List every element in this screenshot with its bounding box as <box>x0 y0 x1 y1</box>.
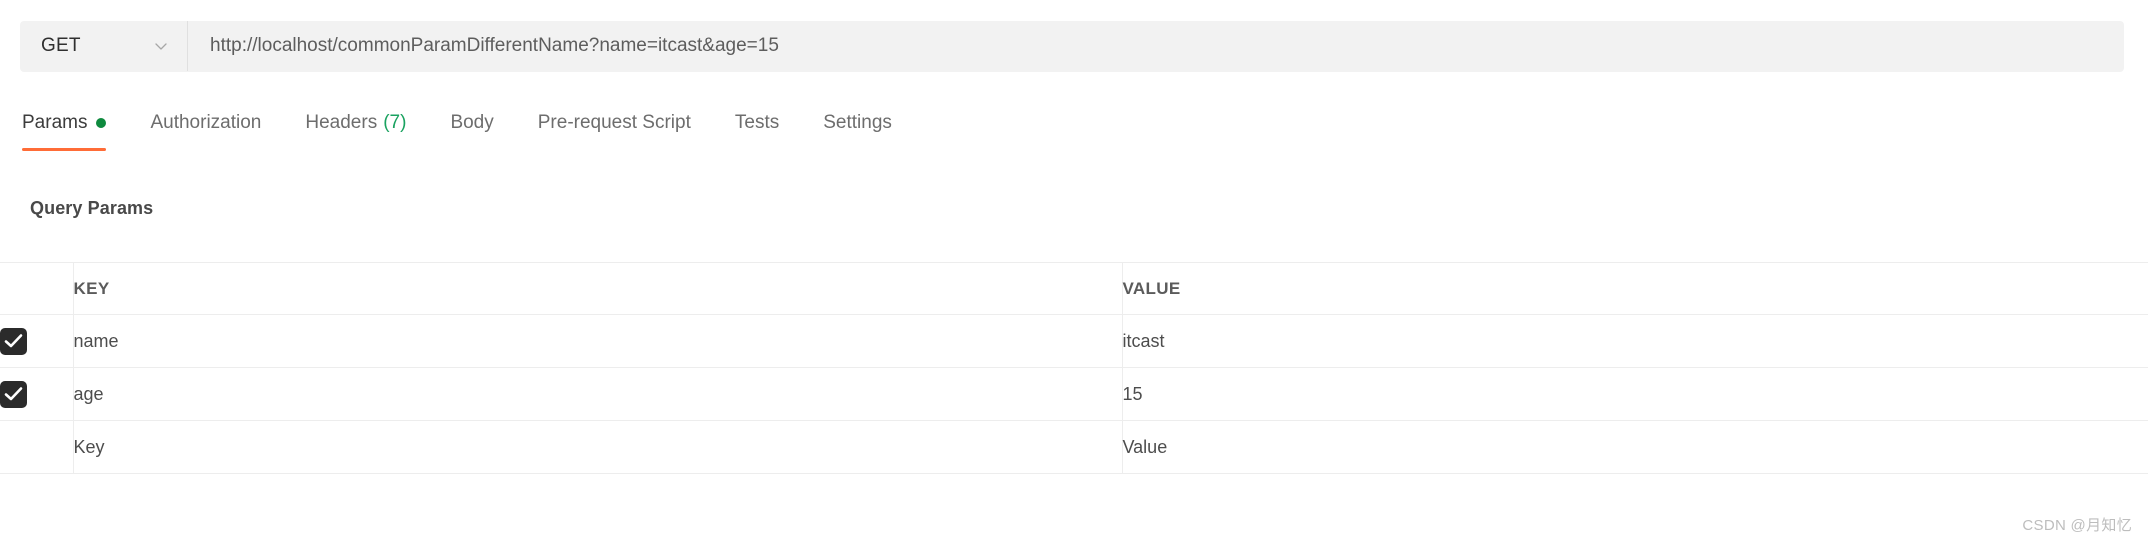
param-value-placeholder[interactable]: Value <box>1122 420 2148 474</box>
tab-headers-count: (7) <box>383 112 407 133</box>
table-header-checkbox-cell <box>0 262 74 315</box>
table-header-row: KEY VALUE <box>0 262 2148 315</box>
request-url-input[interactable] <box>188 21 2124 71</box>
chevron-down-icon <box>153 38 169 54</box>
row-enable-checkbox-cell <box>0 367 74 421</box>
row-enable-checkbox-cell <box>0 314 74 368</box>
tab-tests-label: Tests <box>734 112 780 133</box>
params-modified-dot-icon <box>96 118 107 128</box>
tab-pre-request-script[interactable]: Pre-request Script <box>538 95 691 151</box>
checkbox-checked-icon[interactable] <box>0 380 27 408</box>
request-url-bar: GET <box>20 21 2124 71</box>
checkbox-checked-icon[interactable] <box>0 327 27 355</box>
http-method-select[interactable]: GET <box>20 21 188 71</box>
table-header-value: VALUE <box>1122 262 2148 315</box>
table-row: name itcast <box>0 314 2148 368</box>
query-params-title: Query Params <box>30 198 154 218</box>
tab-params[interactable]: Params <box>22 95 107 151</box>
tab-tests[interactable]: Tests <box>735 95 779 151</box>
tab-headers-label: Headers <box>305 112 378 133</box>
tab-body-label: Body <box>450 112 494 133</box>
param-key-cell[interactable]: age <box>73 367 1123 421</box>
row-enable-checkbox-cell-empty <box>0 420 74 474</box>
tab-params-label: Params <box>22 112 88 133</box>
query-params-table: KEY VALUE name itcast age 15 Key Value <box>0 262 2148 474</box>
csdn-watermark: CSDN @月知忆 <box>2022 517 2132 534</box>
table-header-key: KEY <box>73 262 1123 315</box>
tab-body[interactable]: Body <box>450 95 493 151</box>
param-value-cell[interactable]: 15 <box>1122 367 2148 421</box>
tab-authorization[interactable]: Authorization <box>150 95 261 151</box>
tab-settings-label: Settings <box>823 112 892 133</box>
tab-pre-request-script-label: Pre-request Script <box>537 112 691 133</box>
tab-headers[interactable]: Headers (7) <box>305 95 406 151</box>
http-method-label: GET <box>41 35 81 56</box>
active-tab-indicator <box>22 148 107 151</box>
tab-settings[interactable]: Settings <box>823 95 892 151</box>
param-key-cell[interactable]: name <box>73 314 1123 368</box>
table-row: age 15 <box>0 367 2148 421</box>
tab-authorization-label: Authorization <box>150 112 262 133</box>
table-row-empty: Key Value <box>0 420 2148 474</box>
param-key-placeholder[interactable]: Key <box>73 420 1123 474</box>
param-value-cell[interactable]: itcast <box>1122 314 2148 368</box>
request-tab-bar: Params Authorization Headers (7) Body Pr… <box>20 95 2124 151</box>
